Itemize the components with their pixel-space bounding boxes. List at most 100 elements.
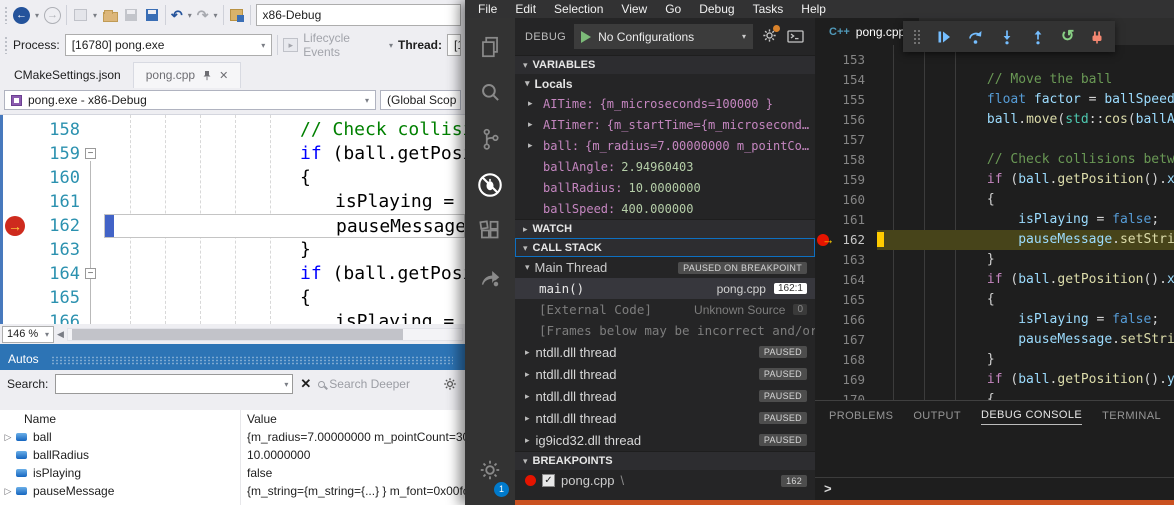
- thread-item[interactable]: ▸ntdll.dll threadPAUSED: [515, 363, 815, 385]
- call-stack-frame[interactable]: [External Code]Unknown Source0: [515, 299, 815, 320]
- pin-icon[interactable]: [202, 70, 212, 81]
- editor-gutter[interactable]: 159: [815, 170, 877, 190]
- gutter-margin[interactable]: [0, 142, 30, 166]
- menu-help[interactable]: Help: [792, 2, 835, 16]
- settings-gear-icon[interactable]: 1: [465, 447, 515, 493]
- redo-button[interactable]: ↷: [197, 7, 209, 24]
- autos-row-ballRadius[interactable]: ballRadius10.0000000: [0, 446, 465, 464]
- lifecycle-events-icon[interactable]: ▸: [283, 38, 298, 52]
- menu-debug[interactable]: Debug: [690, 2, 743, 16]
- variable-item[interactable]: ballAngle:2.94960403: [515, 156, 815, 177]
- gutter-margin[interactable]: [0, 166, 30, 190]
- expander-icon[interactable]: ▷: [0, 432, 16, 443]
- step-out-icon[interactable]: [1030, 29, 1046, 45]
- autos-row-pauseMessage[interactable]: ▷pauseMessage{m_string={m_string={...} }…: [0, 482, 465, 500]
- configure-gear-icon[interactable]: [761, 27, 778, 47]
- menu-view[interactable]: View: [612, 2, 656, 16]
- panel-tab-output[interactable]: OUTPUT: [913, 405, 961, 425]
- autos-row-isPlaying[interactable]: isPlayingfalse: [0, 464, 465, 482]
- zoom-level-dropdown[interactable]: 146 % ▾: [2, 326, 54, 343]
- expander-icon[interactable]: ▸: [525, 391, 530, 402]
- menu-file[interactable]: File: [469, 2, 506, 16]
- vscode-editor[interactable]: 153154 // Move the ball155 float factor …: [815, 45, 1174, 400]
- open-folder-icon[interactable]: [102, 7, 118, 23]
- collapse-region-icon[interactable]: −: [85, 148, 96, 159]
- editor-gutter[interactable]: 156: [815, 110, 877, 130]
- watch-section-header[interactable]: ▸ WATCH: [515, 219, 815, 238]
- expander-icon[interactable]: ▸: [525, 413, 530, 424]
- column-header-name[interactable]: Name: [0, 412, 240, 426]
- editor-gutter[interactable]: 154: [815, 70, 877, 90]
- expander-icon[interactable]: ▷: [0, 486, 16, 497]
- breakpoint-item[interactable]: ✓pong.cpp\162: [515, 470, 815, 491]
- panel-tab-terminal[interactable]: TERMINAL: [1102, 405, 1161, 425]
- locals-scope-row[interactable]: ▾ Locals: [515, 74, 815, 93]
- undo-button[interactable]: ↶: [171, 7, 183, 24]
- toolbar-grip[interactable]: [4, 36, 8, 54]
- expander-icon[interactable]: ▸: [528, 98, 533, 109]
- variable-item[interactable]: ▸AITimer:{m_startTime={m_microsecond…: [515, 114, 815, 135]
- expander-icon[interactable]: ▸: [528, 140, 533, 151]
- expander-icon[interactable]: ▸: [528, 119, 533, 130]
- debug-icon[interactable]: [465, 162, 515, 208]
- fold-margin[interactable]: −: [80, 262, 104, 286]
- thread-item[interactable]: ▸ntdll.dll threadPAUSED: [515, 385, 815, 407]
- process-combo[interactable]: [16780] pong.exe ▾: [65, 34, 273, 56]
- fold-margin[interactable]: [80, 190, 104, 214]
- scope-dropdown[interactable]: (Global Scop: [380, 90, 461, 110]
- menu-go[interactable]: Go: [656, 2, 690, 16]
- gutter-margin[interactable]: [0, 262, 30, 286]
- debug-console-output[interactable]: [815, 428, 1174, 477]
- variable-item[interactable]: ballSpeed:400.000000: [515, 198, 815, 219]
- project-dropdown[interactable]: pong.exe - x86-Debug ▾: [4, 90, 376, 110]
- editor-gutter[interactable]: 153: [815, 50, 877, 70]
- gutter-margin[interactable]: [0, 118, 30, 142]
- vs-tab-pong.cpp[interactable]: pong.cpp✕: [133, 62, 242, 88]
- call-stack-frame[interactable]: [Frames below may be incorrect and/or: [515, 320, 815, 341]
- redo-caret[interactable]: ▾: [214, 11, 218, 20]
- editor-gutter[interactable]: 169: [815, 370, 877, 390]
- search-deeper-button[interactable]: Search Deeper: [318, 377, 410, 391]
- gear-icon[interactable]: [442, 376, 458, 392]
- lifecycle-events-button[interactable]: Lifecycle Events: [303, 31, 384, 59]
- back-dropdown-caret[interactable]: ▾: [35, 11, 39, 20]
- variable-item[interactable]: ▸AITime:{m_microseconds=100000 }: [515, 93, 815, 114]
- toolbar-drag-handle[interactable]: [913, 29, 921, 45]
- column-divider[interactable]: [240, 410, 241, 505]
- gutter-margin[interactable]: [0, 238, 30, 262]
- clear-search-icon[interactable]: ✕: [300, 376, 311, 392]
- thread-item[interactable]: ▸ntdll.dll threadPAUSED: [515, 407, 815, 429]
- fold-margin[interactable]: [80, 238, 104, 262]
- editor-gutter[interactable]: →162: [815, 230, 877, 250]
- gutter-margin[interactable]: [0, 286, 30, 310]
- toolbar-grip[interactable]: [4, 6, 8, 24]
- thread-item[interactable]: ▸ntdll.dll threadPAUSED: [515, 341, 815, 363]
- editor-gutter[interactable]: 170: [815, 390, 877, 400]
- editor-gutter[interactable]: 167: [815, 330, 877, 350]
- scroll-left-button[interactable]: ◀: [57, 329, 64, 340]
- fold-margin[interactable]: [80, 214, 104, 238]
- panel-tab-problems[interactable]: PROBLEMS: [829, 405, 893, 425]
- panel-tab-debug-console[interactable]: DEBUG CONSOLE: [981, 404, 1082, 425]
- editor-gutter[interactable]: 163: [815, 250, 877, 270]
- editor-gutter[interactable]: 166: [815, 310, 877, 330]
- extensions-icon[interactable]: [465, 208, 515, 254]
- autos-title-bar[interactable]: Autos: [0, 344, 465, 370]
- live-share-icon[interactable]: [465, 254, 515, 300]
- fold-margin[interactable]: −: [80, 142, 104, 166]
- variable-item[interactable]: ▸ball:{m_radius=7.00000000 m_pointCo…: [515, 135, 815, 156]
- source-control-icon[interactable]: [465, 116, 515, 162]
- column-header-value[interactable]: Value: [240, 412, 465, 426]
- search-icon[interactable]: [465, 70, 515, 116]
- menu-selection[interactable]: Selection: [545, 2, 612, 16]
- step-over-icon[interactable]: [967, 29, 984, 45]
- launch-configuration-dropdown[interactable]: No Configurations ▾: [574, 24, 753, 49]
- explorer-icon[interactable]: [465, 24, 515, 70]
- save-icon[interactable]: [123, 7, 139, 23]
- horizontal-scrollbar[interactable]: [67, 328, 463, 341]
- new-item-button[interactable]: [72, 7, 88, 23]
- expander-icon[interactable]: ▸: [525, 369, 530, 380]
- gutter-margin[interactable]: [0, 310, 30, 324]
- scrollbar-thumb[interactable]: [72, 329, 403, 340]
- call-stack-frame[interactable]: main()pong.cpp162:1: [515, 278, 815, 299]
